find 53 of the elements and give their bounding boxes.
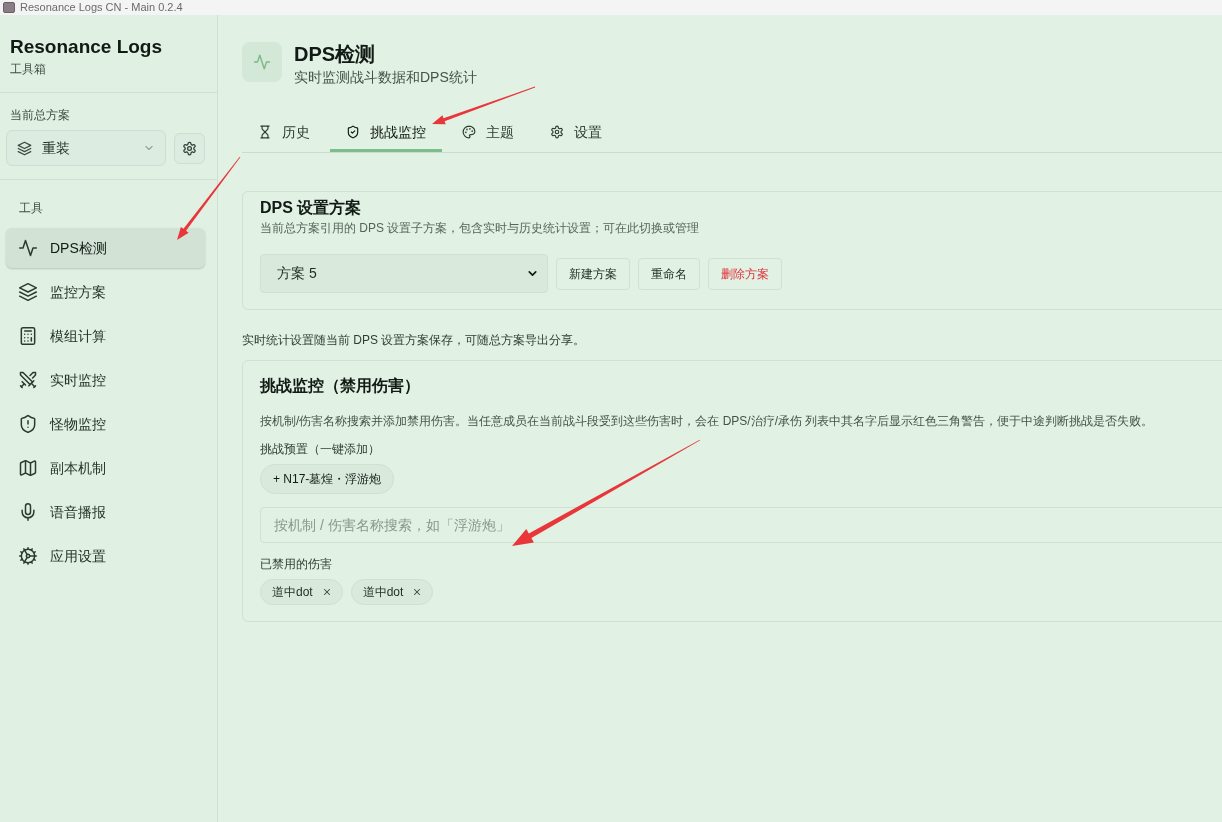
tab[interactable]: 主题 [446,112,530,152]
shield-alert-icon [18,414,38,434]
profile-label: 当前总方案 [9,107,71,123]
swords-icon [18,370,38,390]
palette-icon [462,125,476,139]
nav-item[interactable]: 应用设置 [6,536,205,576]
page-subtitle: 实时监测战斗数据和DPS统计 [294,68,477,86]
section-label: 工具 [18,200,44,216]
close-icon[interactable] [412,587,423,597]
action-button[interactable]: 新建方案 [556,257,630,290]
action-button[interactable]: 重命名 [638,257,700,290]
settings-icon [182,140,197,156]
shield-check-icon [346,125,360,139]
microphone-icon [18,502,38,522]
search-field[interactable]: 按机制 / 伤害名称搜索，如「浮游炮」 [260,507,1222,543]
chip-label: 道中dot [272,584,313,601]
nav-item[interactable]: 语音播报 [6,492,205,532]
hourglass-icon [258,125,272,139]
nav-item[interactable]: 副本机制 [6,448,205,488]
profile-select[interactable]: 重装 [6,130,166,166]
layers-icon [18,282,38,302]
tab[interactable]: 设置 [534,112,618,152]
page-title: DPS检测 [294,42,377,67]
card-description: 按机制/伤害名称搜索并添加禁用伤害。当任意成员在当前战斗段受到这些伤害时，会在 DPS/治疗/承伤 列表中其名字后显示红色三角警告，便于中途判断挑战是否失败。 [260,413,1155,429]
card-description: 当前总方案引用的 DPS 设置子方案，包含实时与历史统计设置；可在此切换或管理 [260,220,701,236]
nav-item[interactable]: 模组计算 [6,316,205,356]
activity-icon [18,238,38,258]
nav-item[interactable]: 监控方案 [6,272,205,312]
presets-label: 挑战预置（一键添加） [260,441,381,457]
activity-icon [242,42,282,82]
cog-icon [18,546,38,566]
app-subtitle: 工具箱 [10,61,47,77]
card-title: 挑战监控（禁用伤害） [260,376,421,396]
preset-chip[interactable]: + N17-墓煌・浮游炮 [260,464,395,494]
settings-button[interactable] [174,132,205,164]
app-name: Resonance Logs [10,35,164,59]
window-title: Resonance Logs CN - Main 0.2.4 [20,1,183,14]
app-icon [3,2,15,13]
nav-item[interactable]: 实时监控 [6,360,205,400]
tab[interactable]: 历史 [242,112,326,152]
banned-label: 已禁用的伤害 [260,556,333,572]
map-icon [18,458,38,478]
layers-icon [17,140,32,156]
settings-icon [550,125,564,139]
card-title: DPS 设置方案 [260,198,363,218]
delete-button[interactable]: 删除方案 [708,257,782,290]
nav-item[interactable]: 怪物监控 [6,404,205,444]
scheme-select[interactable]: 方案 5 [260,254,548,293]
calculator-icon [18,326,38,346]
note-text: 实时统计设置随当前 DPS 设置方案保存，可随总方案导出分享。 [242,332,587,348]
nav-item[interactable]: DPS检测 [6,228,205,268]
chip-label: 道中dot [362,584,404,601]
close-icon[interactable] [321,587,332,597]
